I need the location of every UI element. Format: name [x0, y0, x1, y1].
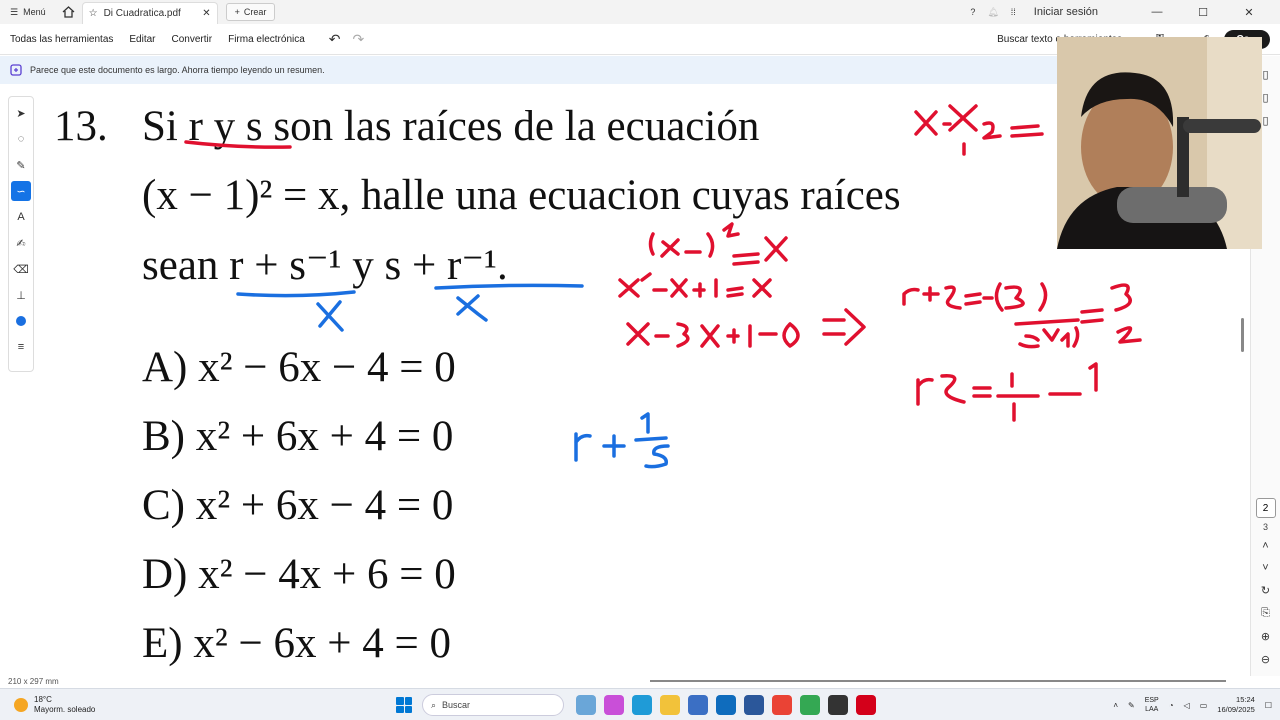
more-menu-icon[interactable]: ≡: [11, 337, 31, 357]
edge-browser-icon[interactable]: [632, 695, 652, 715]
menu-button[interactable]: ☰ Menú: [0, 0, 56, 24]
pen-tray-icon[interactable]: ✎: [1128, 701, 1135, 710]
tab-title: Di Cuadratica.pdf: [103, 8, 181, 19]
extract-page-icon[interactable]: ⎘: [1261, 607, 1270, 620]
highlight-pen-icon[interactable]: ✎: [11, 155, 31, 175]
eraser-icon[interactable]: ⌫: [11, 259, 31, 279]
chrome-profile-icon[interactable]: [800, 695, 820, 715]
toolbar-item-esign[interactable]: Firma electrónica: [220, 34, 313, 45]
copilot-icon[interactable]: [604, 695, 624, 715]
rotate-icon[interactable]: ↻: [1261, 584, 1270, 597]
layers-icon[interactable]: ▯: [1262, 114, 1268, 127]
wifi-icon[interactable]: ◔: [1169, 701, 1174, 710]
language-code: ESP: [1144, 697, 1159, 704]
signin-button[interactable]: Iniciar sesión: [1034, 6, 1098, 18]
comment-icon[interactable]: ◌: [11, 129, 31, 149]
signature-icon[interactable]: ✍: [11, 233, 31, 253]
blue-ink: [236, 283, 670, 469]
clock-date: 16/09/2025: [1217, 705, 1255, 714]
star-icon[interactable]: ☆: [89, 8, 98, 19]
new-tab-button[interactable]: + Crear: [225, 3, 276, 21]
presenter-video-icon: [1057, 37, 1262, 249]
zoom-out-icon[interactable]: ⊖: [1261, 653, 1270, 666]
panel-icon[interactable]: ▯: [1262, 68, 1268, 81]
keyboard-layout: LAA: [1145, 706, 1159, 713]
title-bar: ☰ Menú ☆ Di Cuadratica.pdf ✕ + Crear ? 🔔…: [0, 0, 1280, 24]
volume-icon[interactable]: ◁: [1184, 701, 1190, 710]
vertical-scrollbar[interactable]: [1241, 318, 1244, 352]
chevron-up-icon[interactable]: ˄: [1262, 540, 1268, 552]
zoom-in-icon[interactable]: ⊕: [1261, 630, 1270, 643]
bell-icon[interactable]: 🔔︎: [987, 7, 998, 18]
system-clock[interactable]: 15:24 16/09/2025: [1217, 695, 1255, 715]
home-icon: [62, 6, 75, 18]
ai-summary-icon: [10, 64, 22, 76]
start-button[interactable]: [396, 697, 412, 713]
draw-freehand-icon[interactable]: ∽: [11, 181, 31, 201]
weather-sun-icon: [14, 697, 28, 712]
plus-icon: +: [234, 7, 240, 17]
temperature: 18°C: [34, 694, 52, 704]
chevron-up-icon[interactable]: ˄: [1113, 701, 1118, 710]
pin-icon[interactable]: ⊥: [11, 285, 31, 305]
color-picker-icon[interactable]: [11, 311, 31, 331]
chevron-down-icon[interactable]: ˅: [1262, 562, 1268, 574]
redo-icon[interactable]: ↷: [353, 31, 365, 48]
search-icon: ⌕: [431, 699, 437, 710]
windows-taskbar: 18°C Mayorm. soleado ⌕ Buscar ˄ ✎ ESP LA…: [0, 688, 1280, 720]
undo-icon[interactable]: ↶: [329, 31, 341, 48]
bookmark-icon[interactable]: ▯: [1262, 91, 1268, 104]
document-tab[interactable]: ☆ Di Cuadratica.pdf ✕: [81, 2, 218, 24]
horizontal-scrollbar[interactable]: [650, 680, 1226, 682]
apps-grid-icon[interactable]: ⁞⁞: [1011, 7, 1016, 17]
taskbar-search[interactable]: ⌕ Buscar: [422, 694, 564, 716]
hamburger-icon: ☰: [10, 6, 19, 17]
select-cursor-icon[interactable]: ➤: [11, 103, 31, 123]
page-size-label: 210 x 297 mm: [8, 677, 59, 686]
toolbar-item-all-tools[interactable]: Todas las herramientas: [0, 34, 121, 45]
webcam-overlay: [1057, 37, 1262, 249]
help-icon[interactable]: ?: [970, 7, 975, 17]
chrome-icon[interactable]: [772, 695, 792, 715]
home-button[interactable]: [56, 0, 82, 24]
new-tab-label: Crear: [243, 7, 267, 17]
minimize-button[interactable]: —: [1140, 6, 1174, 18]
notice-text: Parece que este documento es largo. Ahor…: [30, 65, 325, 75]
toolbar-item-edit[interactable]: Editar: [121, 34, 163, 45]
acrobat-icon[interactable]: [856, 695, 876, 715]
weather-description: Mayorm. soleado: [34, 704, 96, 714]
next-page-number[interactable]: 3: [1263, 522, 1268, 532]
quick-tools-rail: ➤ ◌ ✎ ∽ A ✍ ⌫ ⊥ ≡: [8, 96, 34, 372]
notification-icon[interactable]: ☐: [1265, 701, 1272, 710]
menu-label: Menú: [23, 7, 46, 17]
current-page-indicator[interactable]: 2: [1255, 498, 1276, 518]
language-indicator[interactable]: ESP LAA: [1145, 696, 1159, 714]
file-explorer-icon[interactable]: [660, 695, 680, 715]
outlook-icon[interactable]: [716, 695, 736, 715]
toolbar-item-convert[interactable]: Convertir: [164, 34, 221, 45]
clock-time: 15:24: [1236, 695, 1255, 704]
task-view-icon[interactable]: [576, 695, 596, 715]
weather-widget[interactable]: 18°C Mayorm. soleado: [0, 695, 140, 715]
taskbar-search-placeholder: Buscar: [442, 700, 471, 710]
window-close-button[interactable]: ✕: [1232, 6, 1266, 19]
store-icon[interactable]: [688, 695, 708, 715]
text-box-icon[interactable]: A: [11, 207, 31, 227]
battery-icon[interactable]: ▭: [1200, 701, 1208, 710]
word-icon[interactable]: [744, 695, 764, 715]
maximize-button[interactable]: ☐: [1186, 6, 1220, 19]
red-ink: [184, 104, 1142, 422]
close-icon[interactable]: ✕: [202, 8, 210, 19]
davinci-icon[interactable]: [828, 695, 848, 715]
